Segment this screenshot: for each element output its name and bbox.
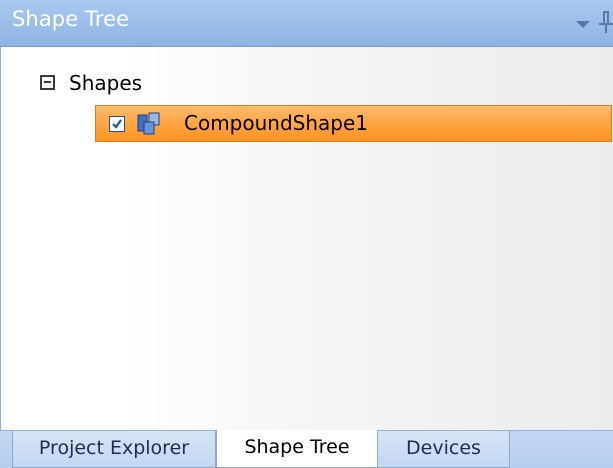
dropdown-arrow-icon[interactable]: [576, 21, 590, 28]
tree-root-label[interactable]: Shapes: [69, 71, 142, 95]
panel-titlebar: Shape Tree: [0, 0, 613, 47]
compound-shape-icon: [137, 112, 161, 136]
bottom-tab-strip: Project Explorer Shape Tree Devices: [0, 430, 613, 468]
tab-project-explorer[interactable]: Project Explorer: [12, 431, 216, 468]
tree-node-compoundshape1[interactable]: CompoundShape1: [95, 105, 612, 142]
tab-devices[interactable]: Devices: [378, 431, 510, 468]
shape-tree-panel: Shape Tree Shapes CompoundShape1 Project…: [0, 0, 613, 468]
pin-icon[interactable]: [599, 11, 613, 33]
tree-view: Shapes CompoundShape1: [0, 47, 613, 430]
tree-node-label[interactable]: CompoundShape1: [184, 111, 368, 135]
collapse-icon[interactable]: [40, 75, 55, 90]
panel-title: Shape Tree: [12, 7, 130, 31]
node-checkbox[interactable]: [109, 116, 125, 132]
tab-shape-tree[interactable]: Shape Tree: [216, 430, 378, 468]
